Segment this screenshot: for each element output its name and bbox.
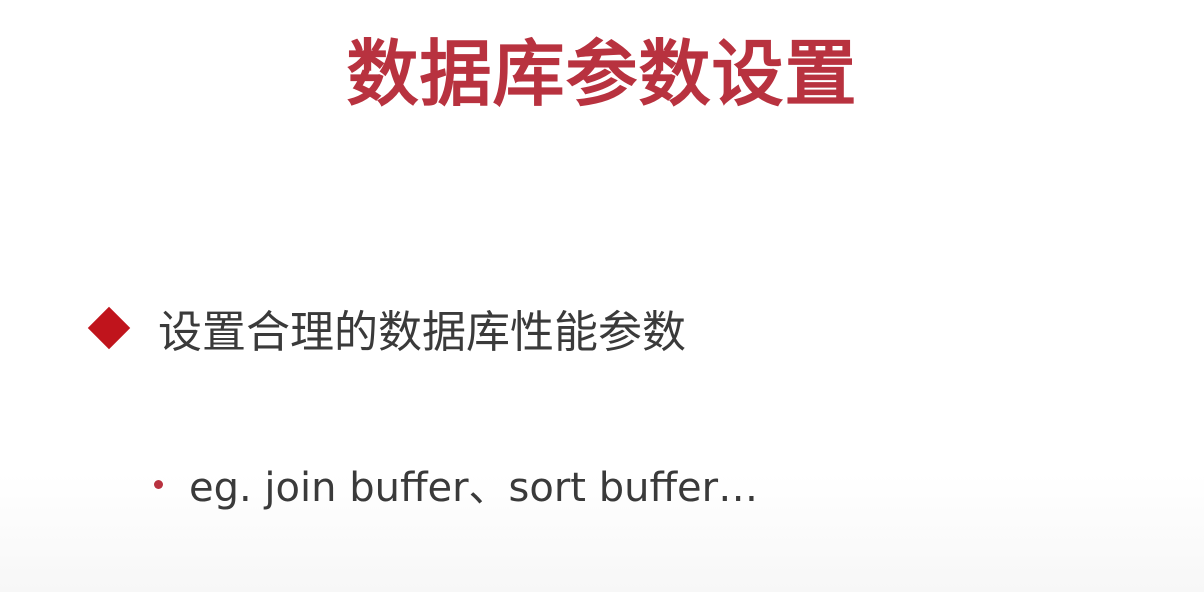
bullet-text: 设置合理的数据库性能参数 — [158, 307, 686, 358]
sub-bullet-item: eg. join buffer、sort buffer… — [154, 458, 759, 511]
slide-title: 数据库参数设置 — [346, 32, 858, 116]
slide: 数据库参数设置 设置合理的数据库性能参数 eg. join buffer、sor… — [0, 0, 1204, 592]
bullet-item: 设置合理的数据库性能参数 — [87, 298, 686, 358]
dot-icon — [154, 479, 163, 489]
diamond-icon — [87, 306, 131, 350]
sub-bullet-text: eg. join buffer、sort buffer… — [189, 465, 759, 511]
